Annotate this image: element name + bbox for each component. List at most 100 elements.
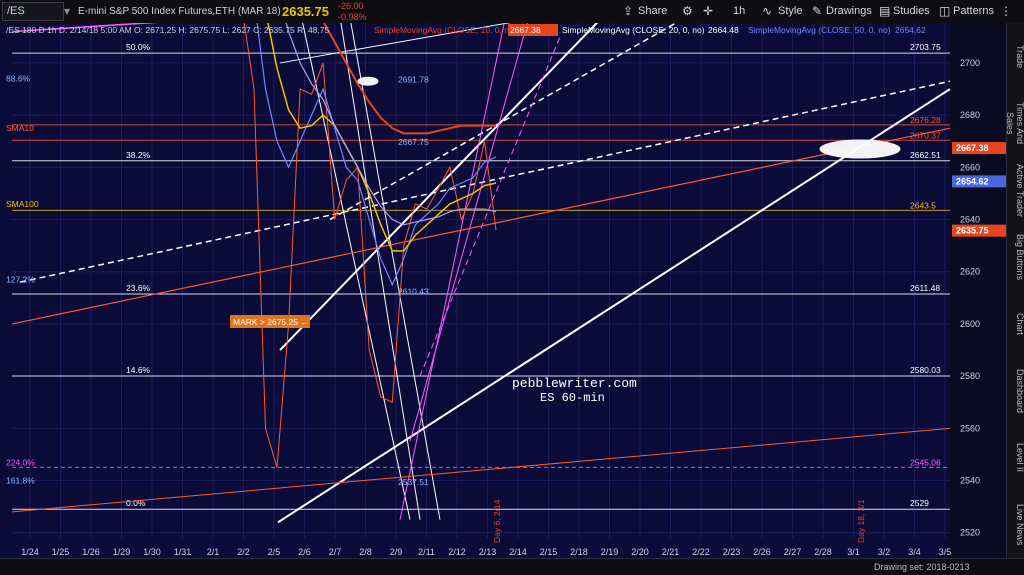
x-tick-label: 2/28 — [814, 547, 832, 557]
settings-icon[interactable]: ⚙ — [682, 0, 693, 23]
y-tick-label: 2520 — [960, 528, 980, 538]
fib-price-label: 2662.51 — [910, 150, 941, 160]
y-tick-label: 2600 — [960, 319, 980, 329]
x-tick-label: 2/2 — [237, 547, 250, 557]
sidebar-tab[interactable]: Times And Sales — [1005, 94, 1024, 153]
drawing-set-label: Drawing set: 2018-0213 — [874, 562, 970, 572]
x-tick-label: 1/29 — [113, 547, 131, 557]
toolbar: /ES ▾ E-mini S&P 500 Index Futures,ETH (… — [0, 0, 1024, 24]
sidebar-tab[interactable]: Big Buttons — [1007, 228, 1024, 287]
studies-button[interactable]: Studies — [893, 0, 930, 23]
legend-sma10: SimpleMovingAvg (CLOSE, 10, 0, no) — [374, 25, 517, 35]
x-tick-label: 3/4 — [908, 547, 921, 557]
legend-sma50-value: 2654.62 — [895, 25, 926, 35]
x-tick-label: 3/2 — [878, 547, 891, 557]
x-tick-label: 2/7 — [329, 547, 342, 557]
price-chart[interactable]: 100.0%2878.588.6%2838.6678.6%2803.7170.7… — [0, 23, 1006, 558]
chart-background — [0, 23, 1006, 558]
x-tick-label: 2/8 — [359, 547, 372, 557]
level-price-label: 2545.06 — [910, 457, 941, 467]
price-badge-label: 2667.38 — [956, 143, 989, 153]
share-icon: ⇪ — [623, 4, 634, 18]
x-tick-label: 2/20 — [631, 547, 649, 557]
left-level-label: SMA100 — [6, 199, 39, 209]
legend-ohlc: /ES 180 D 1h D: 2/14/18 5:00 AM O: 2671.… — [6, 25, 329, 35]
x-tick-label: 2/13 — [479, 547, 497, 557]
sidebar-tab[interactable]: Trade — [1007, 27, 1024, 86]
x-tick-label: 3/5 — [939, 547, 952, 557]
y-tick-label: 2580 — [960, 371, 980, 381]
left-level-label: 161.8% — [6, 476, 35, 486]
share-button[interactable]: Share — [638, 0, 667, 23]
y-tick-label: 2620 — [960, 267, 980, 277]
left-level-label: 127.2% — [6, 275, 35, 285]
fib-price-label: 2580.03 — [910, 365, 941, 375]
mid-level-label: 2537.51 — [398, 477, 429, 487]
watermark-site: pebblewriter.com — [512, 376, 637, 391]
x-tick-label: 1/25 — [52, 547, 70, 557]
x-tick-label: 2/14 — [509, 547, 527, 557]
symbol-description: E-mini S&P 500 Index Futures,ETH (MAR 18… — [78, 6, 281, 17]
x-tick-label: 2/1 — [207, 547, 220, 557]
sidebar-tab[interactable]: Level II — [1007, 428, 1024, 487]
y-tick-label: 2640 — [960, 215, 980, 225]
legend-sma20: SimpleMovingAvg (CLOSE, 20, 0, no) — [562, 25, 705, 35]
x-tick-label: 2/22 — [692, 547, 710, 557]
x-tick-label: 2/27 — [784, 547, 802, 557]
drawings-button[interactable]: Drawings — [826, 0, 872, 23]
y-tick-label: 2540 — [960, 476, 980, 486]
patterns-button[interactable]: Patterns — [953, 0, 994, 23]
crosshair-icon[interactable]: ✛ — [703, 0, 713, 23]
sidebar-tab[interactable]: Active Trader — [1007, 161, 1024, 220]
sidebar-tab[interactable]: Chart — [1007, 295, 1024, 354]
y-tick-label: 2680 — [960, 110, 980, 120]
x-tick-label: 2/19 — [601, 547, 619, 557]
left-level-label: 224.0% — [6, 457, 35, 467]
x-tick-label: 2/12 — [448, 547, 466, 557]
price-badge-label: 2635.75 — [956, 226, 989, 236]
legend-sma10-value: 2667.38 — [510, 25, 541, 35]
x-tick-label: 1/24 — [21, 547, 39, 557]
drawings-icon: ✎ — [812, 4, 823, 18]
legend: /ES 180 D 1h D: 2/14/18 5:00 AM O: 2671.… — [6, 24, 926, 36]
watermark-desc: ES 60-min — [540, 391, 605, 405]
style-icon: ∿ — [762, 4, 773, 18]
legend-sma50: SimpleMovingAvg (CLOSE, 50, 0, no) — [748, 25, 891, 35]
y-tick-label: 2700 — [960, 58, 980, 68]
highlight-ellipse — [357, 76, 379, 86]
style-button[interactable]: Style — [778, 0, 802, 23]
symbol-search-icon[interactable]: ▾ — [64, 0, 70, 23]
timeframe-button[interactable]: 1h — [733, 0, 745, 23]
mid-level-label: 2610.43 — [398, 287, 429, 297]
fib-price-label: 2703.75 — [910, 42, 941, 52]
more-icon[interactable]: ⋮ — [1000, 0, 1012, 23]
left-level-label: SMA10 — [6, 123, 34, 133]
left-level-label: 88.6% — [6, 74, 31, 84]
fib-price-label: 2529 — [910, 498, 929, 508]
level-price-label: 2676.28 — [910, 115, 941, 125]
sidebar-tab[interactable]: Live News — [1007, 495, 1024, 554]
mark-label: MARK > 2675.25 ← — [233, 317, 309, 327]
sidebar-tab[interactable]: Dashboard — [1007, 361, 1024, 420]
x-tick-label: 2/26 — [753, 547, 771, 557]
last-price: 2635.75 — [282, 4, 329, 19]
x-tick-label: 1/26 — [82, 547, 100, 557]
y-tick-label: 2660 — [960, 162, 980, 172]
x-tick-label: 2/9 — [390, 547, 403, 557]
mid-level-label: 2691.78 — [398, 74, 429, 84]
y-tick-label: 2560 — [960, 423, 980, 433]
x-tick-label: 2/5 — [268, 547, 281, 557]
mid-level-label: 2667.75 — [398, 137, 429, 147]
x-tick-label: 1/30 — [143, 547, 161, 557]
highlight-ellipse — [819, 139, 901, 159]
symbol-input[interactable]: /ES — [2, 2, 64, 21]
patterns-icon: ◫ — [939, 4, 951, 18]
status-bar: Drawing set: 2018-0213 — [0, 558, 1024, 575]
day-marker-b: Day 18, 3/1 — [856, 499, 866, 543]
x-tick-label: 1/31 — [174, 547, 192, 557]
fib-price-label: 2611.48 — [910, 283, 940, 293]
fib-level-label: 50.0% — [126, 42, 151, 52]
fib-level-label: 38.2% — [126, 150, 151, 160]
x-tick-label: 2/23 — [723, 547, 741, 557]
x-tick-label: 2/18 — [570, 547, 588, 557]
